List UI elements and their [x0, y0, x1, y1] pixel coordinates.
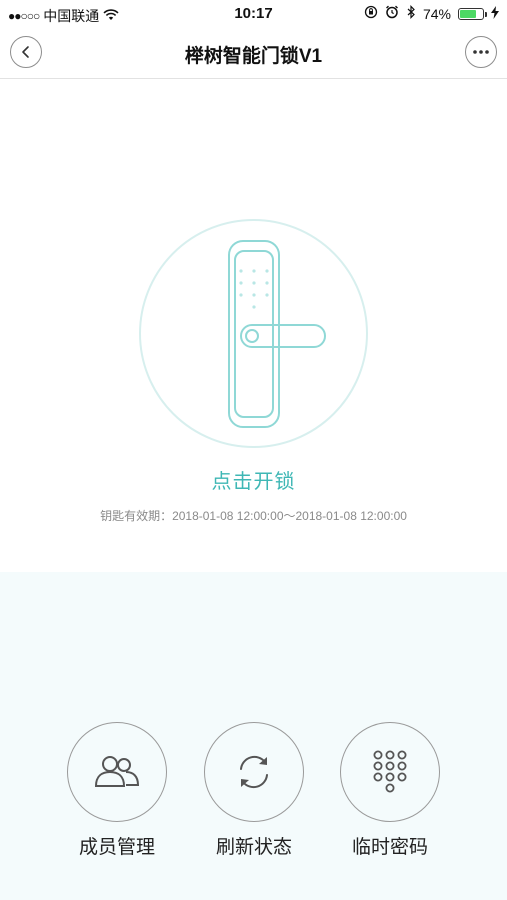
members-label: 成员管理 — [78, 837, 155, 858]
refresh-circle[interactable] — [204, 722, 304, 822]
more-button[interactable] — [465, 36, 497, 68]
refresh-label: 刷新状态 — [215, 837, 292, 858]
back-button[interactable] — [10, 36, 42, 68]
door-lock-icon — [228, 240, 326, 428]
temp-password-button[interactable]: 临时密码 — [338, 722, 442, 859]
status-bar: ●●○○○ 中国联通 10:17 74% — [0, 0, 507, 28]
charging-icon — [491, 5, 499, 22]
more-icon — [473, 50, 489, 54]
temp-password-label: 临时密码 — [351, 837, 428, 858]
keypad-circle[interactable] — [340, 722, 440, 822]
keypad-icon — [373, 750, 407, 793]
unlock-label[interactable]: 点击开锁 — [0, 465, 507, 494]
members-button[interactable]: 成员管理 — [65, 722, 169, 859]
status-right: 74% — [364, 5, 499, 22]
rotation-lock-icon — [364, 5, 378, 22]
refresh-icon — [240, 755, 268, 789]
battery-icon — [458, 7, 487, 20]
refresh-status-button[interactable]: 刷新状态 — [202, 722, 306, 859]
battery-fill — [460, 9, 476, 18]
members-circle[interactable] — [67, 722, 167, 822]
alarm-icon — [385, 5, 399, 22]
action-panel: 成员管理 刷新状态 临时密码 — [0, 572, 507, 900]
unlock-button[interactable] — [139, 219, 368, 448]
chevron-left-icon — [22, 46, 29, 58]
page-title: 榉树智能门锁V1 — [184, 46, 323, 67]
key-validity-text: 钥匙有效期：2018-01-08 12:00:00～2018-01-08 12:… — [100, 509, 407, 523]
nav-bar: 榉树智能门锁V1 — [0, 28, 507, 79]
bluetooth-icon — [406, 5, 416, 22]
members-icon — [94, 756, 140, 787]
battery-percent: 74% — [422, 5, 451, 22]
